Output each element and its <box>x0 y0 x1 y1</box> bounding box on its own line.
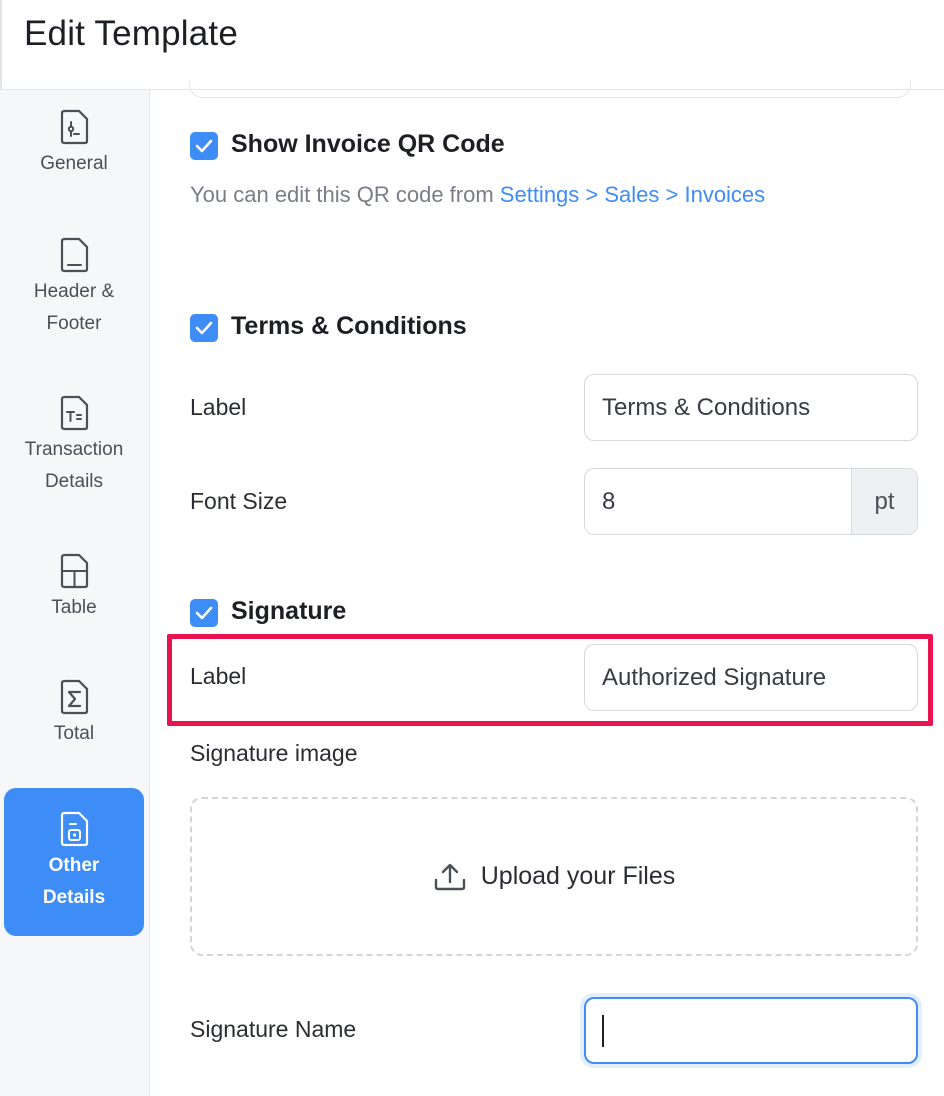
font-size-unit: pt <box>851 469 917 534</box>
sigma-icon <box>60 679 89 715</box>
top-bar: Edit Template <box>0 0 944 90</box>
sidebar-item-label: Table <box>51 597 97 618</box>
terms-label-input[interactable]: Terms & Conditions <box>584 374 918 441</box>
qr-help-prefix: You can edit this QR code from <box>190 182 500 207</box>
signature-image-label: Signature image <box>190 740 358 766</box>
check-icon <box>195 139 213 153</box>
main-panel: Show Invoice QR Code You can edit this Q… <box>151 80 944 1096</box>
terms-checkbox[interactable] <box>190 314 218 342</box>
terms-label-value: Terms & Conditions <box>602 393 811 421</box>
document-icon <box>60 237 89 273</box>
document-lock-icon <box>60 811 89 847</box>
sidebar-item-total[interactable]: Total <box>4 678 144 750</box>
sidebar: General Header & Footer Transaction Deta… <box>0 90 150 1096</box>
signature-name-input[interactable] <box>584 997 918 1064</box>
signature-label-field-label: Label <box>190 663 247 689</box>
page-title: Edit Template <box>24 14 239 53</box>
settings-sales-invoices-link[interactable]: Settings > Sales > Invoices <box>500 182 765 207</box>
qr-code-help-text: You can edit this QR code from Settings … <box>190 174 790 216</box>
text-cursor <box>602 1015 604 1047</box>
sidebar-item-label: General <box>40 153 108 174</box>
sidebar-item-general[interactable]: General <box>4 108 144 180</box>
document-settings-icon <box>60 109 89 145</box>
font-size-input[interactable]: 8 <box>585 469 851 534</box>
previous-section-edge <box>189 80 911 98</box>
sidebar-item-transaction-details[interactable]: Transaction Details <box>4 394 144 498</box>
sidebar-item-label: Transaction Details <box>24 439 124 492</box>
signature-checkbox[interactable] <box>190 599 218 627</box>
upload-icon <box>434 863 465 890</box>
sidebar-item-table[interactable]: Table <box>4 552 144 624</box>
sidebar-item-label: Other Details <box>42 855 106 908</box>
signature-name-label: Signature Name <box>190 1016 357 1042</box>
qr-code-title: Show Invoice QR Code <box>231 130 505 158</box>
sidebar-item-label: Total <box>53 723 95 744</box>
upload-label: Upload your Files <box>480 862 676 890</box>
font-size-input-group: 8 pt <box>584 468 918 535</box>
sidebar-item-other-details[interactable]: Other Details <box>4 788 144 936</box>
sidebar-item-label: Header & Footer <box>33 281 115 334</box>
check-icon <box>195 606 213 620</box>
signature-label-input[interactable]: Authorized Signature <box>584 644 918 711</box>
terms-label-field-label: Label <box>190 394 247 420</box>
upload-dropzone[interactable]: Upload your Files <box>190 797 918 956</box>
terms-title: Terms & Conditions <box>231 312 467 340</box>
signature-title: Signature <box>231 597 347 625</box>
document-text-icon <box>60 395 89 431</box>
table-icon <box>60 553 89 589</box>
check-icon <box>195 321 213 335</box>
qr-code-checkbox[interactable] <box>190 132 218 160</box>
font-size-label: Font Size <box>190 488 288 514</box>
signature-label-value: Authorized Signature <box>602 663 827 691</box>
sidebar-item-header-footer[interactable]: Header & Footer <box>4 236 144 340</box>
